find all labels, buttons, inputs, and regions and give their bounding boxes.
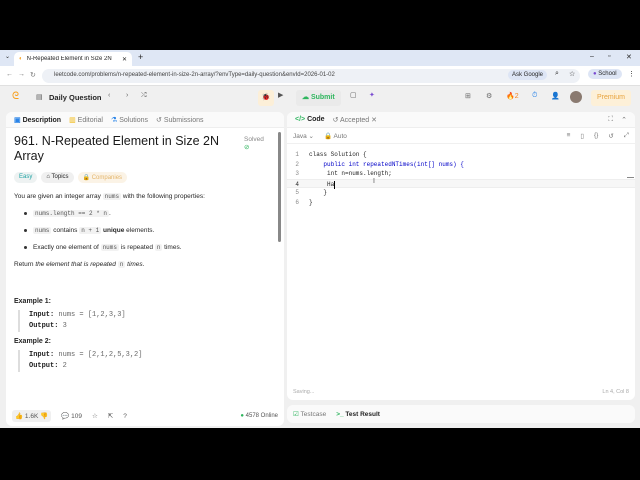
avatar[interactable] — [570, 91, 582, 103]
settings-gear-icon[interactable]: ⚙ — [486, 92, 492, 100]
solved-badge: Solved ⊘ — [244, 136, 264, 151]
text-cursor — [334, 180, 336, 189]
browser-window: ⌄ ◐ N-Repeated Element in Size 2N ✕ + – … — [0, 50, 640, 428]
random-problem-icon[interactable]: ⤮ — [141, 92, 147, 100]
premium-button[interactable]: Premium — [591, 90, 632, 106]
saving-status: Saving... — [293, 389, 315, 395]
tab-code[interactable]: </> Code — [295, 116, 325, 123]
auto-mode[interactable]: 🔒 Auto — [324, 132, 347, 140]
constraint-item: nums.length == 2 * n. — [24, 210, 269, 217]
leetcode-navbar: ᘓ ▤ Daily Question ‹ › ⤮ 🐞 ▶ ☁ Submit ▢ … — [0, 86, 640, 110]
tab-description[interactable]: ▣ Description — [14, 116, 61, 124]
code-line: 1 class Solution { — [295, 151, 367, 158]
back-icon[interactable]: ← — [6, 71, 13, 78]
browser-tab[interactable]: ◐ N-Repeated Element in Size 2N ✕ — [14, 52, 132, 66]
example-2-block: Input: nums = [2,1,2,5,3,2] Output: 2 — [18, 350, 269, 372]
constraint-item: Exactly one element of nums is repeated … — [24, 244, 269, 251]
share-icon[interactable]: ⇱ — [108, 412, 113, 420]
description-footer: 👍 1.6K 👎 💬 109 ☆ ⇱ ? ● 4578 Online — [6, 406, 284, 426]
tab-solutions[interactable]: ⚗ Solutions — [111, 116, 148, 124]
constraint-item: nums contains n + 1 unique elements. — [24, 227, 269, 234]
close-window-button[interactable]: ✕ — [626, 53, 632, 61]
tab-list-button[interactable]: ⌄ — [5, 53, 10, 60]
console-tabs: ☑ Testcase >_ Test Result — [287, 405, 635, 423]
leetcode-favicon-icon: ◐ — [19, 56, 23, 62]
bookmark-star-icon[interactable]: ☆ — [569, 70, 575, 78]
online-count: ● 4578 Online — [240, 413, 278, 419]
code-line: 3 int n=nums.length; — [295, 170, 392, 177]
next-problem-button[interactable]: › — [126, 92, 128, 99]
minimize-button[interactable]: – — [590, 53, 594, 60]
submit-button[interactable]: ☁ Submit — [296, 90, 341, 106]
layout-icon[interactable]: ⊞ — [465, 92, 471, 100]
streak-counter[interactable]: 🔥2 — [506, 92, 519, 100]
code-line: 5 } — [295, 189, 328, 196]
tag-row: Easy ⌂ Topics 🔒 Companies — [14, 172, 269, 183]
reload-icon[interactable]: ↻ — [30, 71, 36, 79]
return-text: Return the element that is repeated n ti… — [14, 261, 145, 268]
code-line: 6} — [295, 198, 313, 206]
comments-button[interactable]: 💬 109 — [61, 412, 82, 420]
new-tab-button[interactable]: + — [138, 52, 143, 62]
code-line: 2 public int repeatedNTimes(int[] nums) … — [295, 160, 464, 168]
code-panel: </> Code ↺ Accepted ✕ ⛶ ⌃ Java ⌄ 🔒 Auto … — [287, 112, 635, 400]
code-tabs: </> Code ↺ Accepted ✕ ⛶ ⌃ — [287, 112, 635, 128]
tab-submissions[interactable]: ↺ Submissions — [156, 116, 204, 124]
example-1-block: Input: nums = [1,2,3,3] Output: 3 — [18, 310, 269, 332]
favorite-star-icon[interactable]: ☆ — [92, 412, 98, 420]
ai-assist-button[interactable]: ✦ — [369, 91, 375, 99]
tab-testcase[interactable]: ☑ Testcase — [293, 410, 326, 418]
tab-editorial[interactable]: ▥ Editorial — [69, 116, 103, 124]
collapse-icon[interactable]: ⌃ — [621, 116, 627, 124]
cursor-position: Ln 4, Col 8 — [602, 389, 629, 395]
tab-accepted[interactable]: ↺ Accepted ✕ — [333, 116, 377, 124]
editor-scrollbar[interactable] — [627, 177, 634, 178]
format-icon[interactable]: ≡ — [567, 132, 571, 139]
code-line-active: 4 Ha — [287, 178, 635, 189]
like-button[interactable]: 👍 1.6K 👎 — [12, 410, 52, 422]
timer-icon[interactable]: ⏱ — [532, 92, 537, 100]
run-button[interactable]: ▶ — [278, 91, 283, 99]
bookmark-icon[interactable]: ▯ — [580, 132, 584, 140]
difficulty-badge: Easy — [14, 172, 38, 183]
leetcode-logo[interactable]: ᘓ — [12, 91, 19, 102]
description-panel: ▣ Description ▥ Editorial ⚗ Solutions ↺ … — [6, 112, 284, 426]
debug-button[interactable]: 🐞 — [258, 90, 274, 106]
tab-bar: ⌄ ◐ N-Repeated Element in Size 2N ✕ + – … — [0, 50, 640, 66]
reset-icon[interactable]: ↺ — [608, 132, 613, 140]
language-select[interactable]: Java ⌄ — [293, 132, 314, 140]
example-2-title: Example 2: — [14, 338, 51, 345]
daily-question-link[interactable]: Daily Question — [49, 93, 102, 102]
editor-toolbar: Java ⌄ 🔒 Auto ≡ ▯ {} ↺ ⤢ — [287, 128, 635, 144]
expand-icon[interactable]: ⤢ — [624, 132, 629, 140]
problem-list-icon[interactable]: ▤ — [36, 93, 43, 101]
companies-tag[interactable]: 🔒 Companies — [77, 172, 128, 183]
description-scrollbar[interactable] — [278, 132, 281, 242]
menu-icon[interactable]: ⋮ — [628, 70, 635, 78]
url-input[interactable]: leetcode.com/problems/n-repeated-element… — [42, 69, 580, 83]
braces-icon[interactable]: {} — [594, 132, 598, 139]
notes-button[interactable]: ▢ — [350, 91, 357, 99]
example-1-title: Example 1: — [14, 298, 51, 305]
mouse-ibeam-cursor: I — [373, 178, 375, 185]
help-icon[interactable]: ? — [123, 413, 127, 420]
fullscreen-icon[interactable]: ⛶ — [608, 116, 613, 124]
maximize-button[interactable]: ▫ — [608, 53, 610, 60]
tab-test-result[interactable]: >_ Test Result — [336, 411, 380, 418]
topics-tag[interactable]: ⌂ Topics — [41, 172, 74, 183]
prev-problem-button[interactable]: ‹ — [108, 92, 110, 99]
ask-google-button[interactable]: Ask Google — [508, 70, 548, 80]
address-bar-row: ← → ↻ leetcode.com/problems/n-repeated-e… — [0, 66, 640, 86]
description-tabs: ▣ Description ▥ Editorial ⚗ Solutions ↺ … — [6, 112, 284, 128]
problem-title: 961. N-Repeated Element in Size 2N Array — [14, 134, 219, 163]
forward-icon[interactable]: → — [18, 71, 25, 78]
close-tab-icon[interactable]: ✕ — [122, 56, 127, 63]
description-content: 961. N-Repeated Element in Size 2N Array… — [14, 134, 269, 402]
profile-button[interactable]: ● School — [588, 69, 622, 79]
code-editor[interactable]: 1 class Solution { 2 public int repeatedN… — [287, 144, 635, 207]
invite-user-icon[interactable]: 👤 — [551, 92, 560, 100]
zoom-icon[interactable]: ⌕ — [555, 70, 559, 78]
intro-text: You are given an integer array nums with… — [14, 193, 205, 200]
